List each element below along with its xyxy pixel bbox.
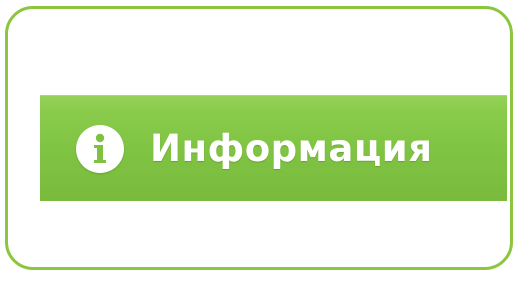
info-icon [76, 124, 124, 173]
info-label: Информация [150, 127, 433, 170]
rounded-frame: Информация [5, 6, 513, 270]
info-bar[interactable]: Информация [40, 95, 507, 201]
